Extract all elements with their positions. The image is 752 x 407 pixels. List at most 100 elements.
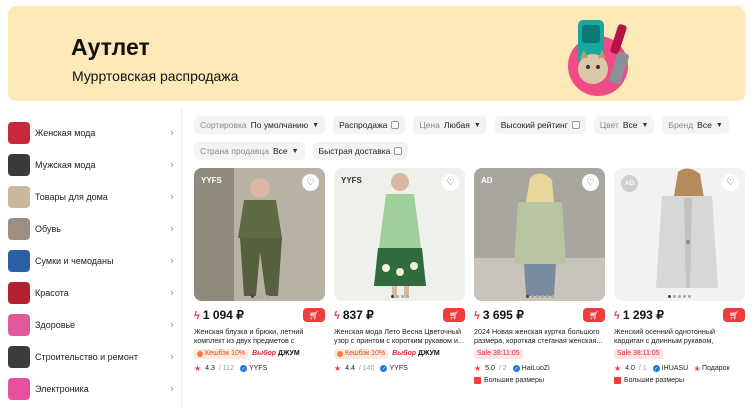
chevron-right-icon: ›: [170, 191, 174, 203]
brand-watermark: YYFS: [201, 176, 222, 185]
lightning-icon: ϟ: [194, 310, 200, 322]
add-to-cart-button[interactable]: 🛒︎: [583, 308, 605, 322]
category-thumbnail: [8, 250, 30, 272]
product-price: ϟ1 094 ₽: [194, 308, 244, 322]
favorite-heart-icon[interactable]: ♡: [722, 174, 739, 191]
checkbox[interactable]: [391, 121, 400, 129]
big-sizes-badge: Большие размеры: [474, 377, 605, 384]
verified-icon: ✓: [380, 365, 388, 372]
sidebar-item-mens-fashion[interactable]: Мужская мода ›: [8, 149, 178, 181]
sale-checkbox-filter[interactable]: Распродажа: [333, 116, 406, 134]
add-to-cart-button[interactable]: 🛒︎: [303, 308, 325, 322]
gift-icon: ❀: [694, 365, 701, 373]
product-photo[interactable]: AD ♡: [474, 168, 605, 301]
fast-delivery-checkbox-filter[interactable]: Быстрая доставка: [312, 142, 409, 160]
checkbox[interactable]: [571, 121, 580, 129]
review-count: / 1: [638, 365, 647, 372]
brand-label: Бренд: [668, 120, 694, 130]
category-thumbnail: [8, 186, 30, 208]
sidebar-item-label: Женская мода: [35, 128, 96, 138]
outlet-banner[interactable]: Аутлет Мурртовская распродажа: [8, 6, 745, 101]
chevron-down-icon: ▼: [641, 121, 649, 129]
product-title[interactable]: 2024 Новая женская куртка большого разме…: [474, 327, 605, 345]
sidebar-item-home-goods[interactable]: Товары для дома ›: [8, 181, 178, 213]
verified-icon: ✓: [512, 365, 520, 372]
product-photo[interactable]: AD ♡: [614, 168, 745, 301]
price-dropdown[interactable]: Цена Любая ▼: [413, 116, 487, 134]
ad-badge: AD: [621, 175, 638, 192]
chevron-right-icon: ›: [170, 383, 174, 395]
shirt-icon: [614, 377, 621, 384]
color-dropdown[interactable]: Цвет Все ▼: [593, 116, 655, 134]
product-price: ϟ3 695 ₽: [474, 308, 524, 322]
ad-label: AD: [481, 176, 493, 185]
choice-badge: Выбор ДЖУМ: [252, 350, 300, 357]
country-value: Все: [272, 146, 288, 156]
country-label: Страна продавца: [200, 146, 269, 156]
sort-value: По умолчанию: [250, 120, 309, 130]
category-thumbnail: [8, 314, 30, 336]
star-icon: ★: [334, 364, 342, 373]
product-title[interactable]: Женский осенний однотонный кардиган с дл…: [614, 327, 745, 345]
rating-value: 5.0: [485, 365, 495, 372]
sidebar-item-beauty[interactable]: Красота ›: [8, 277, 178, 309]
banner-illustration: [568, 20, 629, 96]
gift-badge: ❀ Подарок: [694, 365, 730, 373]
chevron-right-icon: ›: [170, 351, 174, 363]
product-price: ϟ1 293 ₽: [614, 308, 664, 322]
favorite-heart-icon[interactable]: ♡: [302, 174, 319, 191]
add-to-cart-button[interactable]: 🛒︎: [723, 308, 745, 322]
chevron-right-icon: ›: [170, 255, 174, 267]
product-title[interactable]: Женская мода Лето Весна Цветочный узор с…: [334, 327, 465, 345]
cashback-coin-icon: [197, 350, 203, 357]
seller-link[interactable]: ✓ IHUASU: [652, 365, 688, 372]
checkbox[interactable]: [394, 147, 403, 155]
product-card[interactable]: YYFS ♡ ϟ1 094 ₽ 🛒︎ Женская блузка и брюк…: [194, 168, 325, 384]
sort-dropdown[interactable]: Сортировка По умолчанию ▼: [194, 116, 326, 134]
cashback-badge: Кешбэк 10%: [334, 348, 389, 359]
category-thumbnail: [8, 218, 30, 240]
sidebar-item-label: Мужская мода: [35, 160, 96, 170]
sidebar-item-health[interactable]: Здоровье ›: [8, 309, 178, 341]
sidebar-item-shoes[interactable]: Обувь ›: [8, 213, 178, 245]
rating-filter-label: Высокий рейтинг: [500, 120, 568, 130]
sidebar-item-womens-fashion[interactable]: Женская мода ›: [8, 117, 178, 149]
product-card[interactable]: YYFS ♡ ϟ 837 ₽ 🛒︎ Женская мода Лето Весна…: [334, 168, 465, 384]
seller-link[interactable]: ✓ HaiLuoZi: [512, 365, 550, 372]
sale-timer-badge: Sale 38:11:05: [614, 348, 663, 359]
banner-title: Аутлет: [71, 34, 150, 60]
image-carousel-dots: [194, 295, 325, 298]
product-photo[interactable]: YYFS ♡: [194, 168, 325, 301]
chevron-right-icon: ›: [170, 127, 174, 139]
sidebar-item-bags[interactable]: Сумки и чемоданы ›: [8, 245, 178, 277]
cashback-badge: Кешбэк 10%: [194, 348, 249, 359]
favorite-heart-icon[interactable]: ♡: [582, 174, 599, 191]
rating-value: 4.3: [205, 365, 215, 372]
product-grid: YYFS ♡ ϟ1 094 ₽ 🛒︎ Женская блузка и брюк…: [194, 168, 746, 384]
category-sidebar: Женская мода › Мужская мода › Товары для…: [8, 117, 178, 405]
product-card[interactable]: AD ♡ ϟ1 293 ₽ 🛒︎ Женский осенний однотон…: [614, 168, 745, 384]
seller-link[interactable]: ✓ YYFS: [239, 365, 267, 372]
seller-country-dropdown[interactable]: Страна продавца Все ▼: [194, 142, 305, 160]
review-count: / 112: [218, 365, 234, 372]
product-title[interactable]: Женская блузка и брюки, летний комплект …: [194, 327, 325, 345]
sidebar-item-label: Сумки и чемоданы: [35, 256, 114, 266]
brand-watermark: YYFS: [341, 176, 362, 185]
product-photo[interactable]: YYFS ♡: [334, 168, 465, 301]
sidebar-item-label: Строительство и ремонт: [35, 352, 138, 362]
sale-timer-badge: Sale 38:11:05: [474, 348, 523, 359]
color-value: Все: [622, 120, 638, 130]
sidebar-item-electronics[interactable]: Электроника ›: [8, 373, 178, 405]
fast-delivery-label: Быстрая доставка: [318, 146, 391, 156]
seller-link[interactable]: ✓ YYFS: [380, 365, 408, 372]
product-card[interactable]: AD ♡ ϟ3 695 ₽ 🛒︎ 2024 Новая женская курт…: [474, 168, 605, 384]
sidebar-item-label: Электроника: [35, 384, 89, 394]
sidebar-item-construction[interactable]: Строительство и ремонт ›: [8, 341, 178, 373]
filter-bar: Сортировка По умолчанию ▼ Распродажа Цен…: [194, 116, 739, 168]
high-rating-checkbox-filter[interactable]: Высокий рейтинг: [494, 116, 586, 134]
chevron-right-icon: ›: [170, 159, 174, 171]
favorite-heart-icon[interactable]: ♡: [442, 174, 459, 191]
brand-dropdown[interactable]: Бренд Все ▼: [662, 116, 729, 134]
add-to-cart-button[interactable]: 🛒︎: [443, 308, 465, 322]
chevron-down-icon: ▼: [291, 147, 299, 155]
